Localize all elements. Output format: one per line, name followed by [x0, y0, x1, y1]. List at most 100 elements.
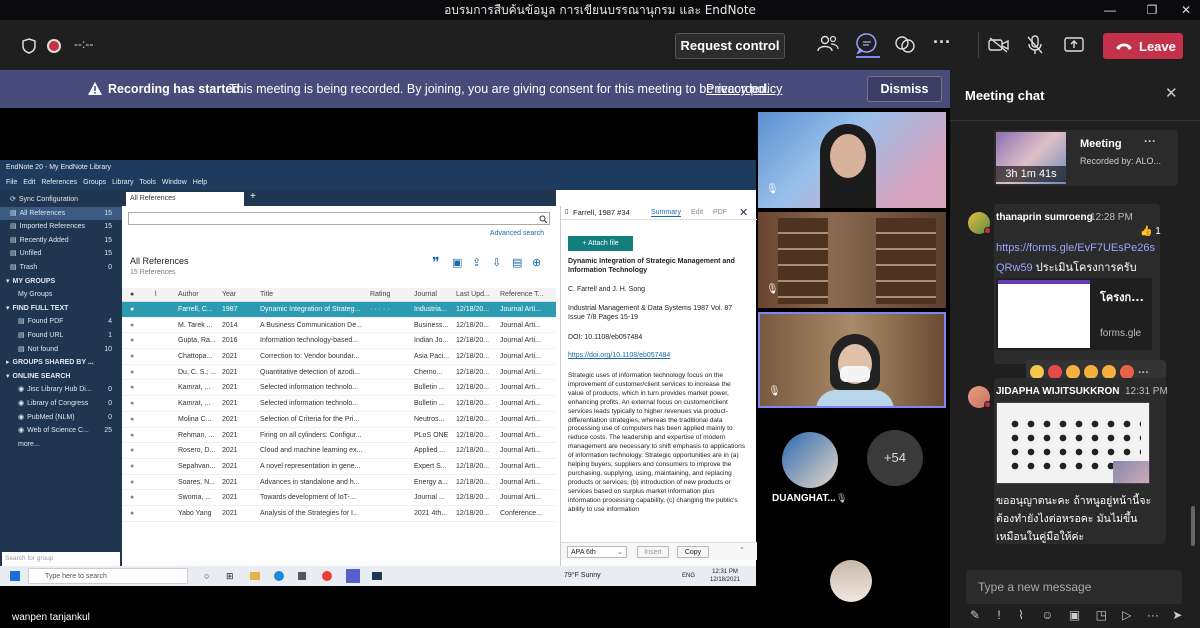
collapse-icon[interactable]: ⌃: [739, 546, 745, 554]
add-tab-icon[interactable]: +: [250, 191, 256, 202]
sad-reaction-icon[interactable]: [1102, 364, 1116, 379]
mic-off-icon[interactable]: [1026, 35, 1044, 60]
sidebar-item-online[interactable]: ◉ Library of Congress 0: [0, 397, 122, 411]
reaction-picker[interactable]: ···: [1026, 360, 1166, 380]
form-link-end[interactable]: QRw59: [996, 262, 1033, 274]
sticker-icon[interactable]: ◳: [1096, 608, 1107, 622]
send-later-icon[interactable]: ▷: [1122, 608, 1131, 622]
sidebar-more-link[interactable]: more...: [0, 438, 122, 452]
column-header[interactable]: Last Upd...: [456, 288, 490, 302]
reactions-icon[interactable]: [894, 34, 916, 59]
surprised-reaction-icon[interactable]: [1084, 364, 1098, 379]
emoji-icon[interactable]: ☺: [1041, 608, 1053, 622]
gif-icon[interactable]: ▣: [1069, 608, 1080, 622]
sidebar-item-group[interactable]: ▤ Unfiled 15: [0, 247, 122, 261]
insert-button[interactable]: Insert: [637, 546, 669, 558]
close-chat-icon[interactable]: ✕: [1165, 84, 1178, 102]
menu-item-window[interactable]: Window: [162, 179, 187, 186]
attach-icon[interactable]: ⌇: [1018, 608, 1024, 622]
angry-reaction-icon[interactable]: [1120, 364, 1134, 379]
insert-citation-icon[interactable]: ❞: [432, 254, 440, 271]
endnote-taskbar-icon[interactable]: [372, 572, 382, 580]
quick-search-input[interactable]: [128, 212, 550, 225]
task-view-icon[interactable]: ○: [204, 566, 209, 586]
sync-configuration[interactable]: ⟳ Sync Configuration: [0, 193, 122, 207]
table-row[interactable]: ● Gupta, Ra... 2016 Information technology-…: [122, 333, 556, 350]
sidebar-item-online[interactable]: ◉ Web of Science C... 25: [0, 424, 122, 438]
sidebar-item-group[interactable]: ▤ All References 15: [0, 206, 122, 221]
menu-item-file[interactable]: File: [6, 179, 17, 186]
copy-button[interactable]: Copy: [677, 546, 709, 558]
dismiss-button[interactable]: Dismiss: [867, 76, 942, 102]
heart-reaction-icon[interactable]: [1048, 364, 1062, 379]
find-full-text-header[interactable]: ▾ FIND FULL TEXT: [0, 302, 122, 316]
table-row[interactable]: ● Sepahvan... 2021 A novel representation i…: [122, 459, 556, 475]
participant-avatar[interactable]: [782, 432, 838, 488]
close-button[interactable]: ✕: [1166, 0, 1200, 20]
new-reference-icon[interactable]: ▣: [452, 256, 462, 269]
column-header[interactable]: Reference T...: [500, 288, 543, 302]
tab-summary[interactable]: Summary: [651, 209, 681, 217]
screenshot-attachment[interactable]: [996, 402, 1150, 484]
share-screen-icon[interactable]: [1064, 36, 1084, 59]
format-icon[interactable]: ✎: [970, 608, 980, 622]
windows-start-icon[interactable]: [10, 571, 20, 581]
share-icon[interactable]: ⇪: [472, 256, 481, 269]
table-row[interactable]: ● Soares, N... 2021 Advances in standalone …: [122, 475, 556, 491]
send-icon[interactable]: ➤: [1172, 608, 1182, 622]
export-icon[interactable]: ⇩: [492, 256, 501, 269]
chrome-icon[interactable]: [322, 571, 332, 581]
folder-icon[interactable]: [250, 572, 260, 580]
more-compose-icon[interactable]: ···: [1147, 608, 1159, 622]
menu-item-tools[interactable]: Tools: [140, 179, 156, 186]
table-row[interactable]: ● Du, C. S.; ... 2021 Quantitative detectio…: [122, 365, 556, 381]
menu-item-groups[interactable]: Groups: [83, 179, 106, 186]
edge-icon[interactable]: [274, 571, 284, 581]
tab-all-references[interactable]: All References: [126, 192, 244, 206]
sidebar-item-find[interactable]: ▤ Found URL 1: [0, 329, 122, 343]
column-header[interactable]: Title: [260, 288, 273, 302]
camera-off-icon[interactable]: [988, 37, 1010, 58]
tab-edit[interactable]: Edit: [691, 209, 703, 216]
table-row[interactable]: ● Kamrat, ... 2021 Selected information tec…: [122, 380, 556, 397]
groups-shared-header[interactable]: ▸ GROUPS SHARED BY ...: [0, 356, 122, 370]
explorer-icon[interactable]: ⊞: [226, 566, 234, 586]
sidebar-item-group[interactable]: ▤ Recently Added 15: [0, 234, 122, 248]
video-tile-3-active[interactable]: 🎙: [758, 312, 946, 408]
more-participants-badge[interactable]: +54: [867, 430, 923, 486]
column-header[interactable]: Rating: [370, 288, 390, 302]
compose-input[interactable]: Type a new message: [966, 570, 1182, 604]
column-header[interactable]: Journal: [414, 288, 437, 302]
detail-url-link[interactable]: https://doi.org/10.1108/eb057484: [568, 352, 748, 359]
sidebar-item-online[interactable]: ◉ PubMed (NLM) 0: [0, 411, 122, 425]
recording-card[interactable]: 3h 1m 41s Meeting ··· Recorded by: ALO..…: [994, 130, 1178, 186]
menu-item-help[interactable]: Help: [193, 179, 207, 186]
menu-item-edit[interactable]: Edit: [23, 179, 35, 186]
tab-pdf[interactable]: PDF: [713, 209, 727, 216]
sidebar-item-group[interactable]: ▤ Imported References 15: [0, 220, 122, 234]
exclamation-icon[interactable]: !: [997, 608, 1000, 622]
column-header[interactable]: Year: [222, 288, 236, 302]
like-reaction-icon[interactable]: [1030, 364, 1044, 379]
table-row[interactable]: ● Rosero, D... 2021 Cloud and machine learn…: [122, 443, 556, 459]
table-row[interactable]: ● M. Tarek ... 2014 A Business Communicatio…: [122, 318, 556, 334]
link-preview-card[interactable]: โครงก... forms.gle: [996, 278, 1152, 350]
close-detail-icon[interactable]: ✕: [739, 206, 748, 219]
online-search-header[interactable]: ▾ ONLINE SEARCH: [0, 370, 122, 384]
taskbar-search-input[interactable]: Type here to search: [28, 568, 188, 584]
menu-item-references[interactable]: References: [41, 179, 77, 186]
attach-file-button[interactable]: + Attach file: [568, 236, 633, 251]
table-row[interactable]: ● Kamrat, ... 2021 Selected information tec…: [122, 396, 556, 412]
pdf-icon[interactable]: ▤: [512, 256, 522, 269]
table-row[interactable]: ● Molina C... 2021 Selection of Criteria fo…: [122, 412, 556, 428]
style-select[interactable]: APA 6th ⌄: [567, 546, 627, 558]
advanced-search-link[interactable]: Advanced search: [490, 230, 544, 237]
participants-icon[interactable]: [816, 34, 840, 56]
video-tile-1[interactable]: 🎙: [758, 112, 946, 208]
sidebar-item-find[interactable]: ▤ Not found 10: [0, 343, 122, 357]
teams-icon[interactable]: [346, 569, 360, 583]
sidebar-item-group[interactable]: ▤ Trash 0: [0, 261, 122, 275]
privacy-policy-link[interactable]: Privacy policy: [706, 70, 782, 108]
store-icon[interactable]: [298, 572, 306, 580]
participant-avatar-2[interactable]: [830, 560, 872, 602]
